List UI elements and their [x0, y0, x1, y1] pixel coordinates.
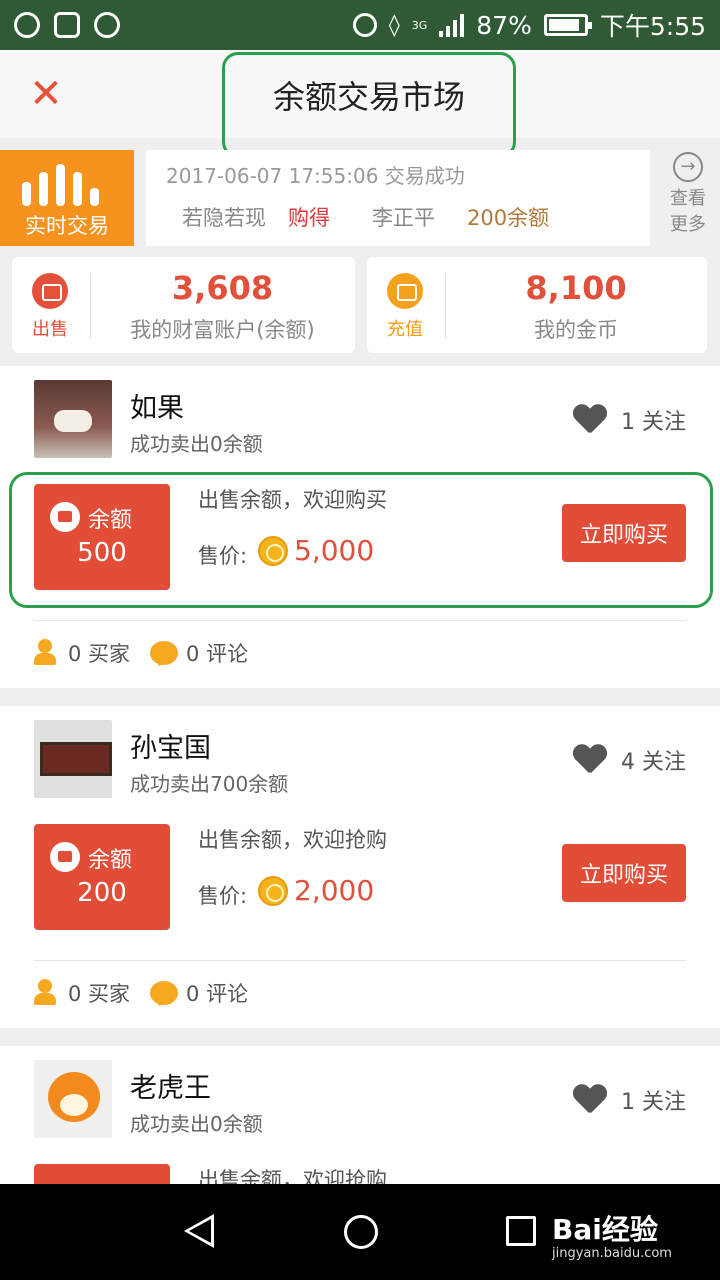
- comments-count[interactable]: 0 评论: [186, 978, 248, 1008]
- coin-icon: [258, 536, 288, 566]
- balance-amount: 200: [77, 878, 127, 908]
- price-label: 售价:: [198, 544, 248, 568]
- balance-label: 余额: [88, 848, 133, 873]
- heart-icon: [573, 405, 607, 435]
- heart-icon: [573, 1085, 607, 1115]
- divider: [34, 960, 686, 961]
- page-title: 余额交易市场: [272, 78, 465, 116]
- home-icon[interactable]: [344, 1215, 378, 1249]
- ticker-seller: 李正平: [372, 206, 435, 230]
- price-label: 售价:: [198, 884, 248, 908]
- follow-count: 1 关注: [621, 1090, 686, 1115]
- buyers-icon: [34, 639, 62, 667]
- sell-tag: 出售: [32, 319, 68, 340]
- back-icon[interactable]: [184, 1214, 214, 1248]
- bar-chart-icon: [22, 164, 99, 206]
- recent-apps-icon[interactable]: [506, 1216, 536, 1246]
- divider: [34, 620, 686, 621]
- buyers-icon: [34, 979, 62, 1007]
- wealth-balance: 3,608: [171, 269, 274, 307]
- notification-icon: [14, 12, 40, 38]
- listing-card: 老虎王 成功卖出0余额 1 关注 出售余额，欢迎抢购: [0, 1046, 720, 1184]
- realtime-ticker: 实时交易 2017-06-07 17:55:06 交易成功 若隐若现 购得 李正…: [0, 148, 720, 246]
- follow-count: 1 关注: [621, 410, 686, 435]
- realtime-trade-badge[interactable]: 实时交易: [0, 150, 134, 246]
- offer-description: 出售余额，欢迎抢购: [198, 828, 387, 852]
- heart-icon: [573, 745, 607, 775]
- wifi-icon: ◊: [388, 12, 400, 38]
- wealth-account-card[interactable]: 出售 3,608 我的财富账户(余额): [12, 257, 355, 353]
- gold-coin-card[interactable]: 充值 8,100 我的金币: [367, 257, 707, 353]
- avatar[interactable]: [34, 720, 112, 798]
- buyers-count[interactable]: 0 买家: [68, 978, 130, 1008]
- offer-highlight: 余额 500 出售余额，欢迎购买 售价: 5,000 立即购买: [0, 472, 720, 608]
- ticker-amount: 200余额: [467, 206, 550, 230]
- offer: 余额 200 出售余额，欢迎抢购 售价: 2,000 立即购买: [0, 816, 720, 946]
- buyers-count[interactable]: 0 买家: [68, 638, 130, 668]
- wealth-label: 我的财富账户(余额): [130, 318, 315, 342]
- comments-count[interactable]: 0 评论: [186, 638, 248, 668]
- balance-coupon: 余额 200: [34, 824, 170, 930]
- close-icon[interactable]: ✕: [28, 74, 64, 114]
- listing-card: 如果 成功卖出0余额 1 关注 余额 500 出售余额，欢迎购买 售价: 5,0…: [0, 366, 720, 688]
- gold-balance: 8,100: [525, 269, 627, 307]
- seller-sold: 成功卖出0余额: [130, 432, 263, 456]
- balance-coupon: 余额 500: [34, 484, 170, 590]
- app-header: ✕ 余额交易市场: [0, 50, 720, 158]
- seller-sold: 成功卖出700余额: [130, 772, 289, 796]
- follow-count: 4 关注: [621, 750, 686, 775]
- watermark-url: jingyan.baidu.com: [552, 1246, 672, 1261]
- wallet-icon: [50, 842, 80, 872]
- listing-card: 孙宝国 成功卖出700余额 4 关注 余额 200 出售余额，欢迎抢购 售价: …: [0, 706, 720, 1028]
- offer-description: 出售余额，欢迎购买: [198, 488, 387, 512]
- ticker-action: 购得: [288, 206, 330, 230]
- status-bar: ◊ 3G 87% 下午5:55: [0, 0, 720, 50]
- battery-percent: 87%: [476, 10, 532, 40]
- battery-icon: [543, 14, 592, 36]
- offer-description: 出售余额，欢迎抢购: [198, 1168, 387, 1184]
- price-value: 5,000: [294, 534, 375, 567]
- balance-coupon: [34, 1164, 170, 1184]
- buy-now-button[interactable]: 立即购买: [562, 844, 686, 902]
- watermark-logo: Bai经验: [552, 1213, 658, 1246]
- clock: 下午5:55: [599, 12, 706, 41]
- ticker-card: 2017-06-07 17:55:06 交易成功 若隐若现 购得 李正平 200…: [146, 150, 650, 246]
- navigation-bar: Bai经验 jingyan.baidu.com: [0, 1184, 720, 1280]
- follow-button[interactable]: 4 关注: [573, 744, 686, 776]
- seller-name: 老虎王: [130, 1073, 211, 1104]
- seller-sold: 成功卖出0余额: [130, 1112, 263, 1136]
- network-type: 3G: [411, 18, 428, 32]
- ticker-buyer: 若隐若现: [182, 206, 266, 230]
- wallet-icon: [32, 273, 68, 309]
- offer: 出售余额，欢迎抢购: [0, 1156, 720, 1184]
- coin-icon: [258, 876, 288, 906]
- signal-icon: [439, 13, 465, 37]
- title-highlight: 余额交易市场: [222, 52, 516, 158]
- avatar[interactable]: [34, 380, 112, 458]
- seller-name: 如果: [130, 393, 184, 424]
- balance-label: 余额: [88, 508, 133, 533]
- follow-button[interactable]: 1 关注: [573, 1084, 686, 1116]
- comment-icon: [150, 641, 179, 665]
- view-more-button[interactable]: → 查看 更多: [660, 152, 716, 238]
- image-icon: [54, 12, 80, 38]
- gold-label: 我的金币: [534, 318, 618, 342]
- follow-button[interactable]: 1 关注: [573, 404, 686, 436]
- seller-name: 孙宝国: [130, 733, 211, 764]
- avatar[interactable]: [34, 1060, 112, 1138]
- balance-amount: 500: [77, 538, 127, 568]
- coins-icon: [387, 273, 423, 309]
- buy-now-button[interactable]: 立即购买: [562, 504, 686, 562]
- view-more-label: 查看 更多: [670, 188, 706, 235]
- recharge-tag: 充值: [387, 319, 423, 340]
- arrow-right-icon: →: [673, 152, 703, 182]
- alarm-icon: [352, 13, 377, 37]
- wallet-icon: [50, 502, 80, 532]
- comment-icon: [150, 981, 179, 1005]
- price-value: 2,000: [294, 874, 375, 907]
- app-icon: [94, 12, 120, 38]
- realtime-trade-label: 实时交易: [25, 214, 109, 238]
- ticker-time: 2017-06-07 17:55:06 交易成功: [166, 164, 465, 188]
